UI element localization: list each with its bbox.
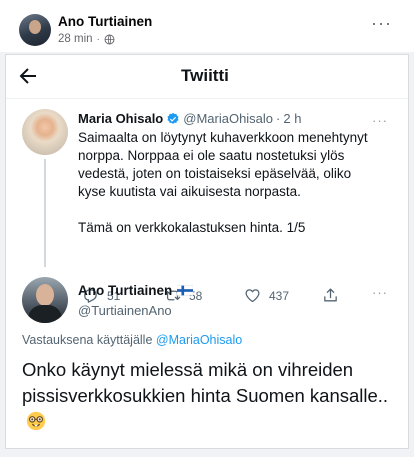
thread-line	[44, 159, 46, 267]
tweet-header: Maria Ohisalo @MariaOhisalo · 2 h	[78, 111, 301, 126]
twitter-topbar: Twiitti	[6, 55, 408, 99]
post-meta: 28 min ·	[58, 33, 115, 45]
verified-badge-icon	[167, 112, 179, 124]
page-title: Twiitti	[181, 66, 229, 85]
tweet-more-button[interactable]: ···	[372, 113, 388, 128]
tweet-time[interactable]: 2 h	[283, 111, 301, 126]
facebook-post-header: Ano Turtiainen 28 min · ···	[0, 0, 414, 52]
reply-more-button[interactable]: ···	[372, 285, 388, 300]
reply-text: Onko käynyt mielessä mikä on vihreiden p…	[22, 359, 389, 406]
tweet-author-name[interactable]: Maria Ohisalo	[78, 111, 163, 126]
tweet-reply: Ano Turtiainen @TurtiainenAno ··· Vastau…	[6, 275, 408, 450]
tweet-paragraph-2: Tämä on verkkokalastuksen hinta. 1/5	[78, 220, 306, 235]
tweet-text: Saimaalta on löytynyt kuhaverkkoon meneh…	[78, 129, 378, 237]
tweet-paragraph-1: Saimaalta on löytynyt kuhaverkkoon meneh…	[78, 130, 368, 199]
reply-author-line: Ano Turtiainen	[78, 283, 194, 298]
reply-author-handle[interactable]: @TurtiainenAno	[78, 303, 172, 318]
ano-turtiainen-avatar[interactable]	[22, 277, 68, 323]
replying-to-line: Vastauksena käyttäjälle @MariaOhisalo	[22, 333, 242, 347]
post-timestamp[interactable]: 28 min	[58, 33, 93, 45]
finland-flag-icon	[177, 285, 194, 296]
reply-text-block: Onko käynyt mielessä mikä on vihreiden p…	[22, 357, 402, 435]
maria-ohisalo-avatar[interactable]	[22, 109, 68, 155]
tweet-author-handle[interactable]: @MariaOhisalo	[183, 111, 273, 126]
post-options-button[interactable]: ···	[371, 14, 392, 32]
nerd-face-emoji-icon	[26, 411, 46, 431]
tweet-original: Maria Ohisalo @MariaOhisalo · 2 h ··· Sa…	[6, 99, 408, 269]
meta-separator: ·	[96, 33, 100, 45]
tweet-separator: ·	[276, 111, 281, 126]
post-author-name[interactable]: Ano Turtiainen	[58, 14, 152, 29]
twitter-screenshot: Twiitti Maria Ohisalo @MariaOhisalo · 2 …	[5, 54, 409, 449]
replying-prefix: Vastauksena käyttäjälle	[22, 333, 153, 347]
globe-icon	[104, 34, 115, 44]
author-avatar[interactable]	[19, 14, 51, 46]
replying-to-link[interactable]: @MariaOhisalo	[156, 333, 242, 347]
back-arrow-icon[interactable]	[16, 64, 40, 88]
reply-author-name[interactable]: Ano Turtiainen	[78, 283, 172, 298]
